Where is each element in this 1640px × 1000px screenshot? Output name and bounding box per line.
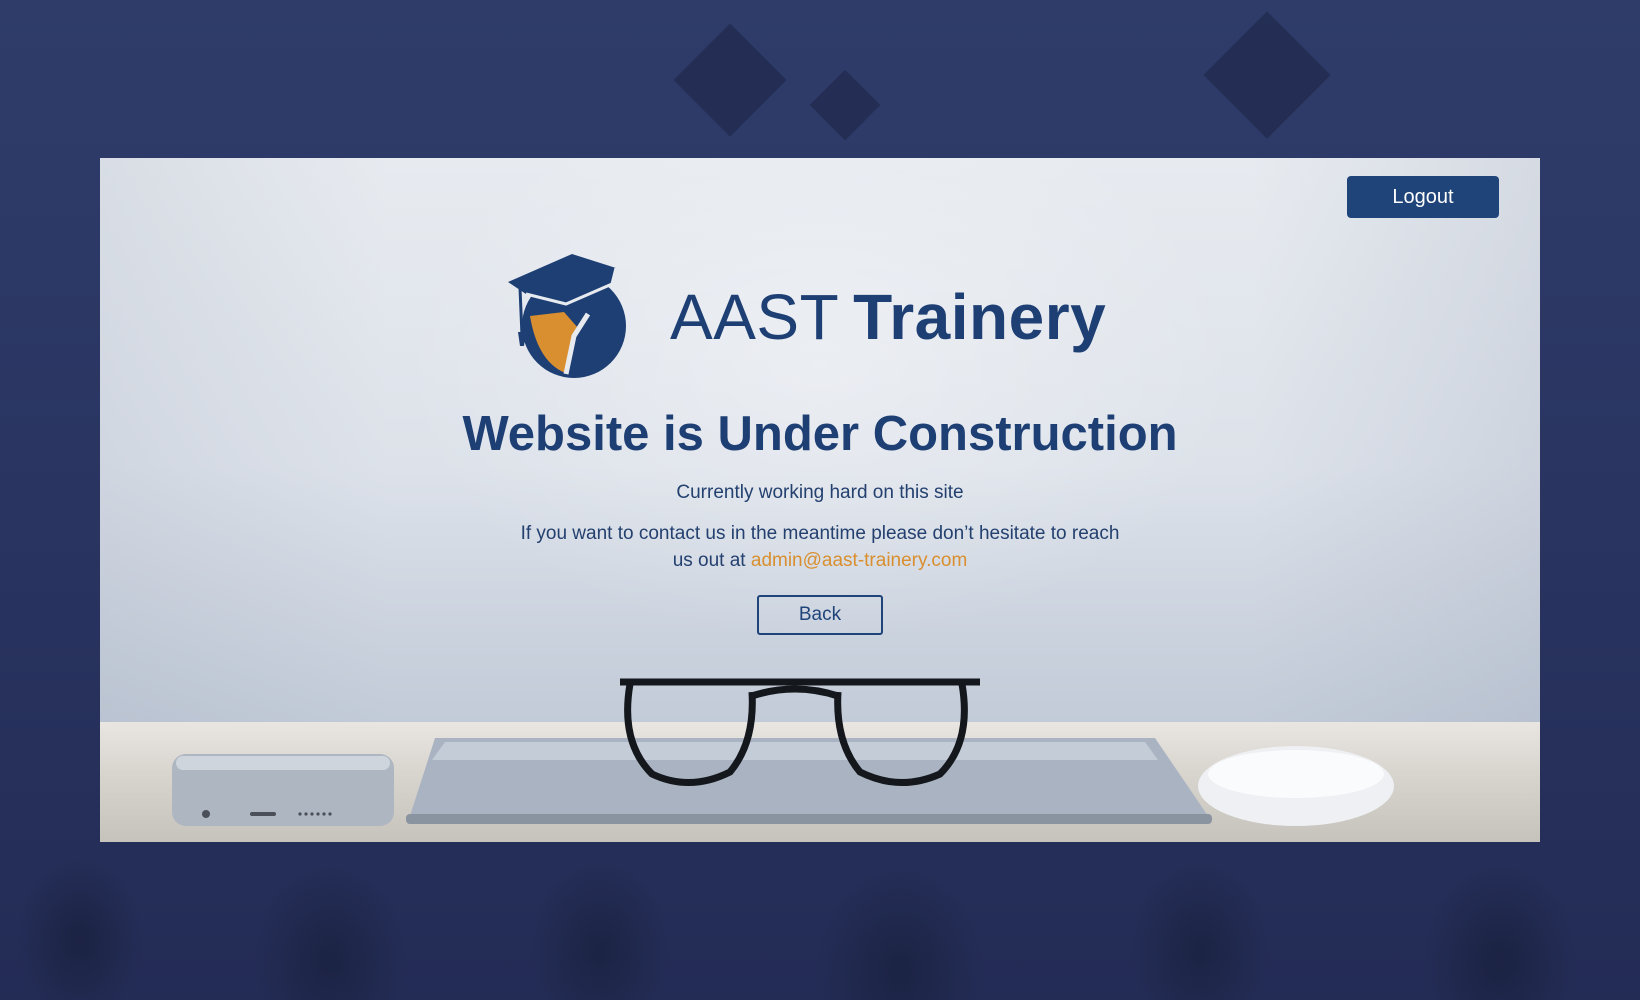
back-button[interactable]: Back (757, 595, 883, 635)
construction-card: Logout AAST Trainery Website is Under Con… (100, 158, 1540, 842)
brand-name-thin: AAST (670, 281, 840, 353)
graduation-cap-silhouette (809, 69, 881, 141)
graduation-cap-logo-icon (508, 254, 626, 378)
laptop-image (406, 738, 1212, 824)
page-title: Website is Under Construction (462, 407, 1178, 461)
logout-button[interactable]: Logout (1347, 176, 1499, 218)
mouse-image (1198, 746, 1394, 826)
desk-scene (172, 678, 1394, 826)
phone-image (172, 754, 394, 826)
page-subtitle: Currently working hard on this site (676, 482, 964, 503)
graduation-cap-silhouette (1203, 11, 1331, 139)
graduation-cap-silhouette (673, 23, 787, 137)
contact-email-link[interactable]: admin@aast-trainery.com (751, 550, 967, 571)
brand-logo: AAST Trainery (508, 254, 1106, 380)
contact-message: If you want to contact us in the meantim… (520, 520, 1120, 574)
brand-name: AAST Trainery (670, 280, 1106, 354)
brand-name-bold: Trainery (853, 281, 1107, 353)
